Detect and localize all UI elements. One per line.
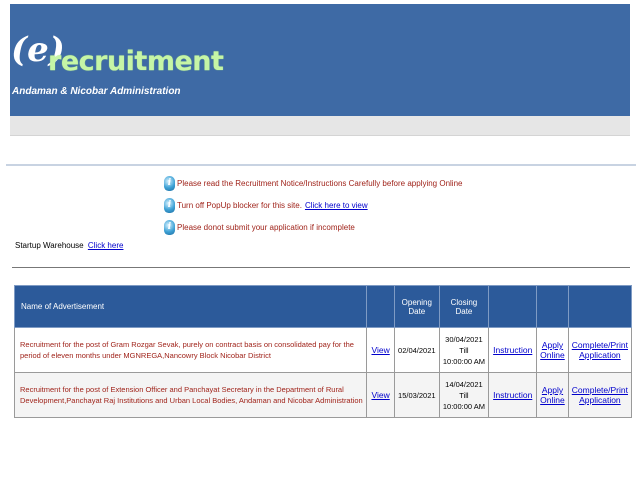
main-content: i Please read the Recruitment Notice/Ins…	[6, 164, 636, 476]
info-icon: i	[164, 198, 175, 213]
opening-date: 02/04/2021	[394, 327, 440, 373]
notice-popup-blocker: i Turn off PopUp blocker for this site. …	[164, 198, 368, 213]
col-header-advertisement: Name of Advertisement	[13, 285, 368, 328]
col-header-opening-date: Opening Date	[394, 285, 440, 328]
spacer	[0, 136, 640, 164]
notice-incomplete: i Please donot submit your application i…	[164, 220, 355, 235]
view-link[interactable]: View	[371, 345, 389, 355]
opening-date: 15/03/2021	[394, 372, 440, 418]
col-header-view	[366, 285, 396, 328]
advertisement-title: Recruitment for the post of Extension Of…	[13, 372, 368, 418]
notice-text: Please donot submit your application if …	[177, 223, 355, 232]
view-link[interactable]: View	[371, 390, 389, 400]
info-icon: i	[164, 220, 175, 235]
startup-click-here-link[interactable]: Click here	[88, 241, 124, 250]
col-header-instruction	[488, 285, 538, 328]
apply-online-link[interactable]: Apply Online	[540, 340, 565, 360]
page: (e) recruitment Andaman & Nicobar Admini…	[0, 0, 640, 480]
table-row: Recruitment for the post of Extension Of…	[13, 372, 633, 418]
table-row: Recruitment for the post of Gram Rozgar …	[13, 327, 633, 373]
advertisement-table: Name of Advertisement Opening Date Closi…	[13, 285, 633, 418]
startup-warehouse: Startup Warehouse Click here	[15, 241, 123, 250]
instruction-link[interactable]: Instruction	[493, 390, 532, 400]
table-header-row: Name of Advertisement Opening Date Closi…	[13, 285, 633, 328]
closing-date: 30/04/2021 Till 10:00:00 AM	[438, 327, 490, 373]
info-icon: i	[164, 176, 175, 191]
header-sub-bar	[10, 116, 630, 136]
col-header-apply	[536, 285, 569, 328]
notice-text: Please read the Recruitment Notice/Instr…	[177, 179, 463, 188]
notice-text: Turn off PopUp blocker for this site.	[177, 201, 302, 210]
click-here-to-view-link[interactable]: Click here to view	[305, 201, 368, 210]
startup-label: Startup Warehouse	[15, 241, 84, 250]
apply-online-link[interactable]: Apply Online	[540, 385, 565, 405]
col-header-closing-date: Closing Date	[438, 285, 490, 328]
divider	[12, 267, 630, 268]
site-header: (e) recruitment Andaman & Nicobar Admini…	[10, 4, 630, 116]
logo-wordmark: recruitment	[48, 46, 224, 77]
logo-e-icon: (e)	[11, 30, 65, 70]
org-name: Andaman & Nicobar Administration	[12, 86, 181, 97]
complete-print-application-link[interactable]: Complete/Print Application	[572, 340, 628, 360]
instruction-link[interactable]: Instruction	[493, 345, 532, 355]
closing-date: 14/04/2021 Till 10:00:00 AM	[438, 372, 490, 418]
notice-read-instructions: i Please read the Recruitment Notice/Ins…	[164, 176, 462, 191]
col-header-complete	[567, 285, 633, 328]
complete-print-application-link[interactable]: Complete/Print Application	[572, 385, 628, 405]
advertisement-title: Recruitment for the post of Gram Rozgar …	[13, 327, 368, 373]
